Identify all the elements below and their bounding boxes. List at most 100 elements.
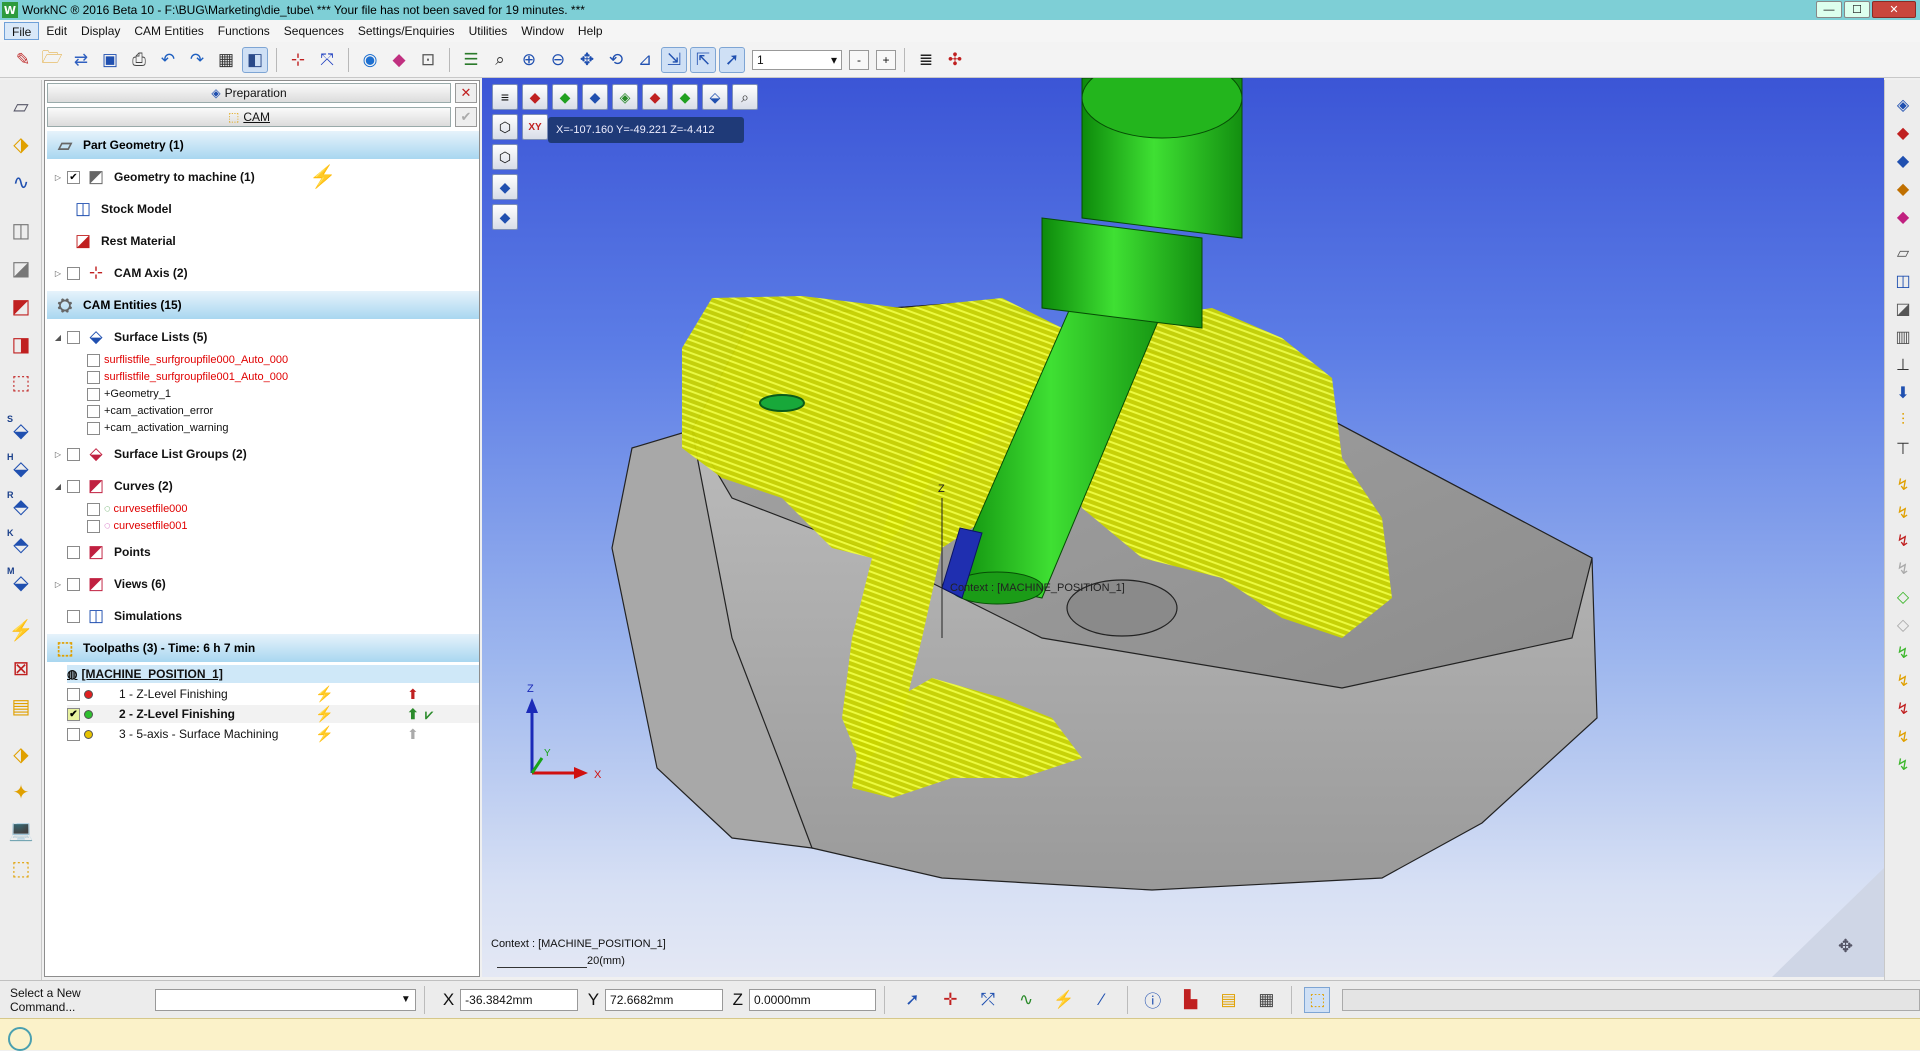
rest-tool-icon[interactable]: ◪ (5, 252, 37, 284)
pan-icon[interactable]: ✥ (574, 47, 600, 73)
globe-icon[interactable]: ◉ (357, 47, 383, 73)
view-wire-cube-icon[interactable]: ⬡ (492, 114, 518, 140)
list-item-checkbox[interactable] (87, 502, 100, 516)
axis-move-icon[interactable]: ⤧ (314, 47, 340, 73)
cut-tool-icon[interactable]: ◨ (5, 328, 37, 360)
menu-utilities[interactable]: Utilities (462, 22, 515, 40)
menu-cam-entities[interactable]: CAM Entities (127, 22, 210, 40)
rt-toolpath7-icon[interactable]: ↯ (1890, 640, 1916, 666)
simulate-tool-icon[interactable]: ⬗ (5, 738, 37, 770)
x-coord-field[interactable]: -36.3842mm (460, 988, 578, 1011)
menu-file[interactable]: File (4, 22, 40, 40)
rt-toolpath10-icon[interactable]: ↯ (1890, 724, 1916, 750)
view-menu-button[interactable]: ≡ (492, 84, 518, 110)
view-axes-icon[interactable]: XY (522, 114, 548, 140)
tree-item-geometry[interactable]: ▷ ✔ ◩ Geometry to machine (1) ⚡ (53, 164, 336, 189)
rt-toolpath1-icon[interactable]: ↯ (1890, 472, 1916, 498)
rt-toolpath2-icon[interactable]: ↯ (1890, 500, 1916, 526)
tree-item-cam-axis[interactable]: ▷ ⊹ CAM Axis (2) (53, 263, 188, 282)
new-file-icon[interactable]: ✎ (10, 47, 36, 73)
geometry-checkbox[interactable]: ✔ (67, 170, 80, 184)
expand-icon[interactable]: ▷ (53, 269, 63, 278)
tree-item-stock-model[interactable]: ◫ Stock Model (71, 199, 172, 218)
list-item-checkbox[interactable] (87, 404, 100, 418)
menu-window[interactable]: Window (514, 22, 571, 40)
3d-viewport[interactable]: Z Context : [MACHINE_POSITION_1] Z X Y ≡… (482, 78, 1884, 977)
zoom-plus-button[interactable]: + (876, 49, 896, 70)
tree-item-simulations[interactable]: ◫ Simulations (67, 606, 182, 625)
menu-settings[interactable]: Settings/Enquiries (351, 22, 462, 40)
part-geometry-tool-icon[interactable]: ▱ (5, 90, 37, 122)
surface-list-groups-checkbox[interactable] (67, 447, 80, 461)
rt-toolpath6-icon[interactable]: ◇ (1890, 612, 1916, 638)
dotted-tool-icon[interactable]: ⬚ (5, 366, 37, 398)
calculator-icon[interactable]: ▦ (1254, 987, 1280, 1013)
toolpath-checkbox[interactable] (67, 687, 80, 701)
list-icon[interactable]: ≣ (913, 47, 939, 73)
calculate-tool-icon[interactable]: ✦ (5, 776, 37, 808)
measure-icon[interactable]: ⊿ (632, 47, 658, 73)
curve-tool-icon[interactable]: ∿ (5, 166, 37, 198)
h-tool-icon[interactable]: H ⬙ (5, 452, 37, 484)
open-folder-icon[interactable]: 🗁 (39, 47, 65, 73)
tab-preparation[interactable]: ◈ Preparation (47, 83, 451, 103)
grid-icon[interactable]: ▦ (213, 47, 239, 73)
zoom-icon[interactable]: ⊖ (545, 47, 571, 73)
collapse-icon[interactable]: ◢ (53, 482, 63, 491)
rt-part-icon[interactable]: ◪ (1890, 296, 1916, 322)
maximize-button[interactable]: ☐ (1844, 1, 1870, 18)
undo-icon[interactable]: ↶ (155, 47, 181, 73)
surface-lists-checkbox[interactable] (67, 330, 80, 344)
list-item[interactable]: ◌ curvesetfile000 (87, 500, 188, 518)
tree-item-surface-lists[interactable]: ◢ ⬙ Surface Lists (5) (53, 327, 207, 346)
zoom-window-icon[interactable]: ⌕ (487, 47, 513, 73)
menu-sequences[interactable]: Sequences (277, 22, 351, 40)
view-red-cube-icon[interactable]: ◆ (642, 84, 668, 110)
points-checkbox[interactable] (67, 545, 80, 559)
collapse-icon[interactable]: ◢ (53, 333, 63, 342)
network-icon[interactable]: ✣ (942, 47, 968, 73)
rt-toolpath9-icon[interactable]: ↯ (1890, 696, 1916, 722)
machine-position-row[interactable]: ◍ [MACHINE_POSITION_1] (67, 665, 479, 683)
tree-item-curves[interactable]: ◢ ◩ Curves (2) (53, 476, 173, 495)
list-item[interactable]: +cam_activation_warning (87, 419, 228, 437)
rt-cube-mix-icon[interactable]: ◆ (1890, 176, 1916, 202)
k-tool-icon[interactable]: K ⬘ (5, 528, 37, 560)
view-cube-solid-icon[interactable]: ◆ (492, 204, 518, 230)
minimize-button[interactable]: — (1816, 1, 1842, 18)
rt-mill-icon[interactable]: ⫶ (1890, 408, 1916, 434)
save-icon[interactable]: ▣ (97, 47, 123, 73)
tree-item-points[interactable]: ◩ Points (67, 542, 151, 561)
stock-tool-icon[interactable]: ◫ (5, 214, 37, 246)
rt-drill-icon[interactable]: ⬇ (1890, 380, 1916, 406)
list-item[interactable]: +cam_activation_error (87, 402, 213, 420)
camera-icon[interactable]: ⊡ (415, 47, 441, 73)
toolpath-tool-icon[interactable]: ⚡ (5, 614, 37, 646)
menu-help[interactable]: Help (571, 22, 610, 40)
toolpath-list-icon[interactable]: ▤ (5, 690, 37, 722)
import-icon[interactable]: ⇄ (68, 47, 94, 73)
expand-icon[interactable]: ▷ (53, 580, 63, 589)
info-icon[interactable]: ⓘ (1140, 987, 1166, 1013)
section-part-geometry[interactable]: ▱ Part Geometry (1) (47, 131, 479, 159)
table-row[interactable]: ✔ 2 - Z-Level Finishing ⚡ ⬆ ⩗ (67, 705, 479, 723)
simulation-icon[interactable]: ⬚ (1304, 986, 1331, 1013)
toolpath-delete-icon[interactable]: ⊠ (5, 652, 37, 684)
pick-mode-icon[interactable]: ⇱ (690, 46, 716, 73)
redo-icon[interactable]: ↷ (184, 47, 210, 73)
stock-box-tool-icon[interactable]: ⬚ (5, 852, 37, 884)
rt-toolpath11-icon[interactable]: ↯ (1890, 752, 1916, 778)
expand-icon[interactable]: ▷ (53, 450, 63, 459)
rt-holder-icon[interactable]: ▥ (1890, 324, 1916, 350)
select-mode-icon[interactable]: ⇲ (661, 46, 687, 73)
rt-tool-icon[interactable]: ⊥ (1890, 352, 1916, 378)
view-green-cube-icon[interactable]: ◆ (672, 84, 698, 110)
list-item[interactable]: surflistfile_surfgroupfile001_Auto_000 (87, 368, 288, 386)
list-item[interactable]: surflistfile_surfgroupfile000_Auto_000 (87, 351, 288, 369)
cube-color-icon[interactable]: ◆ (386, 47, 412, 73)
view-iso-icon[interactable]: ◈ (612, 84, 638, 110)
tree-item-rest-material[interactable]: ◪ Rest Material (71, 231, 176, 250)
list-item[interactable]: ◌ curvesetfile001 (87, 517, 188, 535)
chart-icon[interactable]: ▙ (1178, 987, 1204, 1013)
table-row[interactable]: 3 - 5-axis - Surface Machining ⚡ ⬆ (67, 725, 479, 743)
